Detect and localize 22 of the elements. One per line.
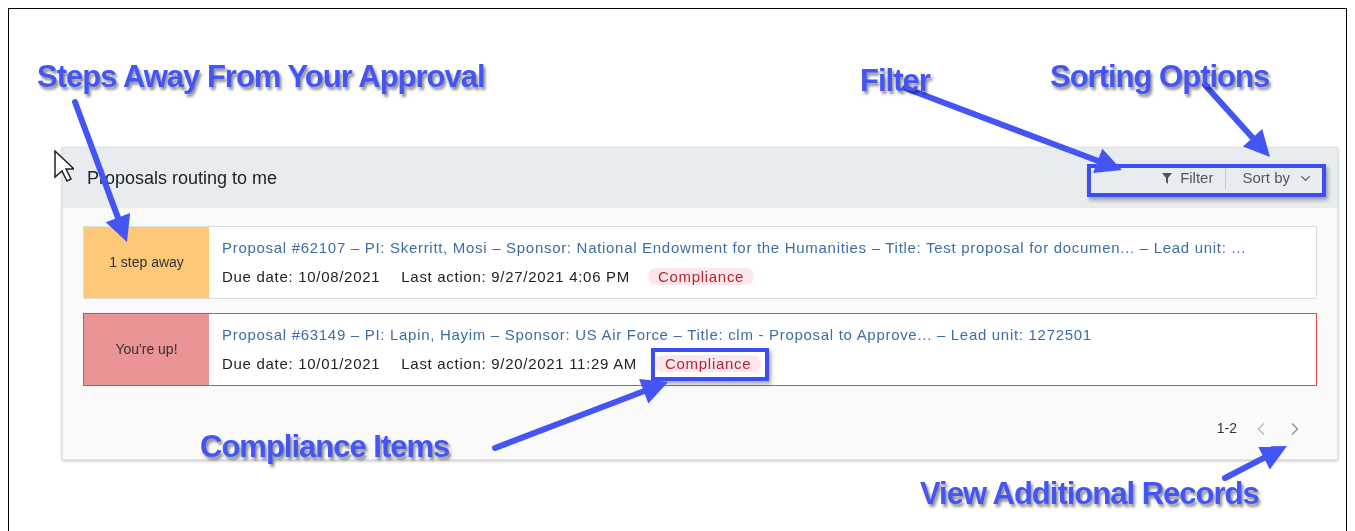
callout-label: Steps Away From Your Approval [37, 58, 485, 96]
status-label: You're up! [84, 314, 209, 385]
last-action: Last action: 9/27/2021 4:06 PM [401, 266, 630, 287]
proposal-card[interactable]: You're up! Proposal #63149 – PI: Lapin, Hayim – Sponsor: US Air Force – Title: clm - Proposal to Approve... – Lead unit: 1272501 Due date: 10/01/2021 Last action: 9/20/2021 11:29 AM Compliance [83, 313, 1317, 386]
status-label: 1 step away [84, 227, 209, 298]
filter-button[interactable]: Filter [1150, 166, 1227, 190]
callout-label: Filter [860, 62, 930, 100]
due-date: Due date: 10/01/2021 [222, 353, 381, 374]
callout-label: View Additional Records [920, 475, 1259, 513]
callout-label: Sorting Options [1050, 58, 1270, 96]
callout-label: Compliance Items [200, 428, 450, 466]
due-date: Due date: 10/08/2021 [222, 266, 381, 287]
page-range: 1-2 [1216, 419, 1237, 438]
compliance-tag: Compliance [655, 354, 762, 372]
filter-icon [1162, 172, 1173, 184]
proposal-link[interactable]: Proposal #63149 – PI: Lapin, Hayim – Sponsor: US Air Force – Title: clm - Proposal to Approve... – Lead unit: 1272501 [222, 324, 1092, 347]
sort-button[interactable]: Sort by [1226, 166, 1313, 190]
proposal-card[interactable] [83, 226, 1317, 299]
last-action: Last action: 9/20/2021 11:29 AM [401, 353, 638, 374]
callout-arrow [1222, 446, 1287, 481]
proposal-link[interactable]: Proposal #62107 – PI: Skerritt, Mosi – Sponsor: National Endowment for the Humanities – Title: Test proposal for documen... – Lead unit: ... [222, 237, 1247, 260]
compliance-tag: Compliance [647, 267, 755, 285]
